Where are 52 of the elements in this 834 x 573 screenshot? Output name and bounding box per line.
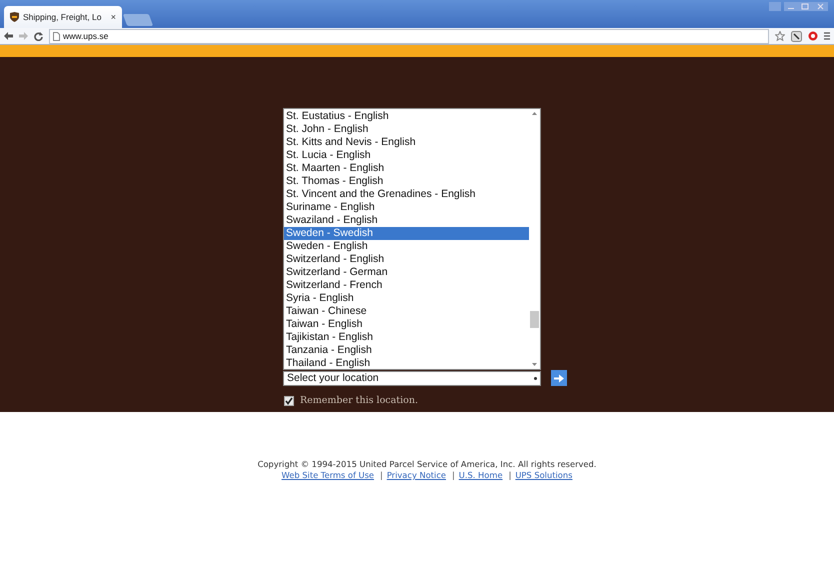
dropdown-icon (534, 376, 537, 380)
tab-title[interactable]: Shipping, Freight, Lo (23, 12, 102, 22)
location-option[interactable]: Thailand - English (284, 357, 529, 370)
location-option[interactable]: St. Kitts and Nevis - English (284, 136, 529, 149)
menu-icon[interactable] (824, 32, 830, 40)
location-option[interactable]: St. Thomas - English (284, 175, 529, 188)
link-separator: | (380, 470, 383, 480)
reload-icon[interactable] (34, 32, 43, 40)
footer-link[interactable]: UPS Solutions (515, 470, 572, 480)
location-option[interactable]: Switzerland - English (284, 253, 529, 266)
location-option[interactable]: Suriname - English (284, 201, 529, 214)
star-icon[interactable] (775, 31, 785, 41)
link-separator: | (452, 470, 455, 480)
location-list[interactable] (283, 108, 541, 370)
location-option[interactable]: St. John - English (284, 123, 529, 136)
remember-label: Remember this location. (300, 395, 418, 406)
location-option[interactable]: Sweden - English (284, 240, 529, 253)
location-option[interactable]: St. Eustatius - English (284, 110, 529, 123)
location-option[interactable]: St. Maarten - English (284, 162, 529, 175)
location-option[interactable]: Swaziland - English (284, 214, 529, 227)
location-option[interactable]: Sweden - Swedish (284, 227, 529, 240)
link-separator: | (508, 470, 512, 480)
scrollbar-thumb[interactable] (530, 311, 539, 328)
arrow-right-icon (554, 374, 564, 382)
location-option[interactable]: Syria - English (284, 292, 529, 305)
location-option[interactable]: Switzerland - French (284, 279, 529, 292)
location-option[interactable]: Taiwan - Chinese (284, 305, 529, 318)
remember-checkbox[interactable] (284, 396, 294, 406)
location-option[interactable]: Tajikistan - English (284, 331, 529, 344)
location-select[interactable]: Select your location (283, 370, 541, 386)
location-option[interactable]: Tanzania - English (284, 344, 529, 357)
shield-icon (10, 12, 19, 22)
forward-icon[interactable] (19, 32, 28, 40)
back-icon[interactable] (4, 32, 13, 40)
scroll-down-icon[interactable] (532, 363, 537, 366)
extension-icon[interactable] (791, 30, 802, 42)
location-option[interactable]: St. Lucia - English (284, 149, 529, 162)
address-bar[interactable]: www.ups.se (49, 28, 769, 44)
scroll-up-icon[interactable] (532, 112, 537, 115)
location-option[interactable]: St. Vincent and the Grenadines - English (284, 188, 529, 201)
location-option[interactable]: Switzerland - German (284, 266, 529, 279)
footer-link[interactable]: Web Site Terms of Use (282, 470, 374, 480)
url-text: www.ups.se (63, 31, 108, 41)
new-tab-button[interactable] (122, 14, 154, 26)
window-controls-icon[interactable] (784, 2, 828, 11)
location-option[interactable]: Taiwan - English (284, 318, 529, 331)
footer-link[interactable]: U.S. Home (458, 470, 503, 480)
page-icon (53, 32, 60, 40)
footer-link[interactable]: Privacy Notice (386, 470, 446, 480)
copyright-text: Copyright © 1994-2015 United Parcel Service of America, Inc. All rights reserved. (258, 459, 596, 469)
tab-close[interactable]: × (110, 12, 116, 22)
go-button[interactable] (551, 370, 567, 386)
